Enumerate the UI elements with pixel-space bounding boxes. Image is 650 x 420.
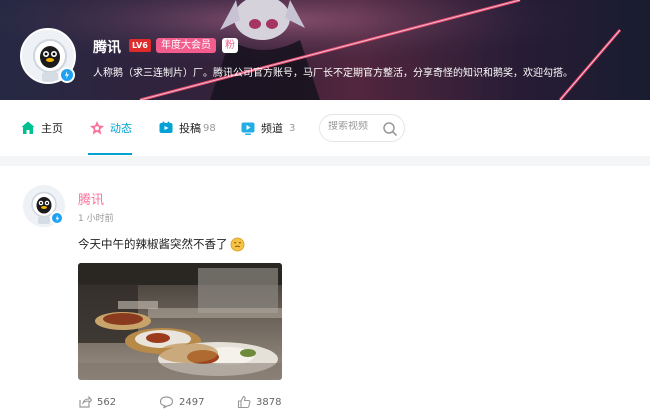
like-count: 3878 — [256, 396, 282, 408]
comment-button[interactable]: 2497 — [159, 395, 204, 409]
tab-upload-label: 投稿 — [179, 122, 201, 135]
home-icon — [21, 121, 35, 134]
face-emoji-icon — [230, 237, 244, 251]
tab-home-label: 主页 — [41, 122, 63, 135]
post-timestamp: 1 小时前 — [78, 214, 114, 224]
like-button[interactable]: 3878 — [237, 395, 281, 409]
upload-icon — [159, 121, 173, 133]
share-icon — [79, 395, 92, 408]
profile-banner: 腾讯 LV6 年度大会员 粉 人称鹅（求三连制片）厂。腾讯公司官方账号，马厂长不… — [0, 0, 650, 100]
verified-icon — [59, 67, 75, 83]
share-button[interactable]: 562 — [78, 395, 116, 409]
level-badge: LV6 — [129, 39, 151, 52]
profile-name: 腾讯 — [93, 40, 121, 56]
search-box[interactable] — [319, 114, 405, 142]
tab-upload-count: 98 — [203, 122, 216, 134]
verified-icon — [50, 211, 64, 225]
profile-bio: 人称鹅（求三连制片）厂。腾讯公司官方账号，马厂长不定期官方整活，分享奇怪的知识和… — [93, 68, 573, 79]
channel-icon — [241, 122, 255, 135]
dynamic-icon — [90, 121, 104, 135]
tab-channel[interactable]: 频道 3 — [240, 119, 295, 137]
thumbs-up-icon — [237, 395, 251, 409]
search-input[interactable] — [328, 121, 384, 132]
comment-count: 2497 — [179, 396, 205, 408]
space-page: 腾讯 LV6 年度大会员 粉 人称鹅（求三连制片）厂。腾讯公司官方账号，马厂长不… — [0, 0, 650, 420]
post-text: 今天中午的辣椒酱突然不香了 — [78, 236, 245, 252]
dynamic-card: 腾讯 1 小时前 今天中午的辣椒酱突然不香了 562 2497 3878 — [0, 166, 650, 420]
profile-nav: 主页 动态 投稿 98 频道 3 搜索视频 — [0, 100, 650, 156]
post-text-content: 今天中午的辣椒酱突然不香了 — [78, 237, 228, 251]
search-icon[interactable] — [382, 121, 398, 137]
tab-home[interactable]: 主页 — [20, 119, 63, 137]
tab-upload[interactable]: 投稿 98 — [158, 119, 216, 137]
fan-badge[interactable]: 粉 — [222, 38, 238, 53]
share-count: 562 — [97, 396, 117, 408]
tab-dynamic[interactable]: 动态 — [89, 119, 132, 137]
post-actions: 562 2497 3878 — [78, 395, 378, 411]
active-tab-indicator — [88, 153, 132, 155]
comment-icon — [159, 396, 174, 409]
post-author-name[interactable]: 腾讯 — [78, 189, 104, 208]
vip-badge[interactable]: 年度大会员 — [156, 38, 216, 53]
post-image[interactable] — [78, 263, 282, 380]
restaurant-photo-image — [78, 263, 282, 380]
tab-channel-count: 3 — [289, 122, 296, 134]
tab-channel-label: 频道 — [261, 122, 283, 135]
tab-dynamic-label: 动态 — [110, 122, 132, 135]
